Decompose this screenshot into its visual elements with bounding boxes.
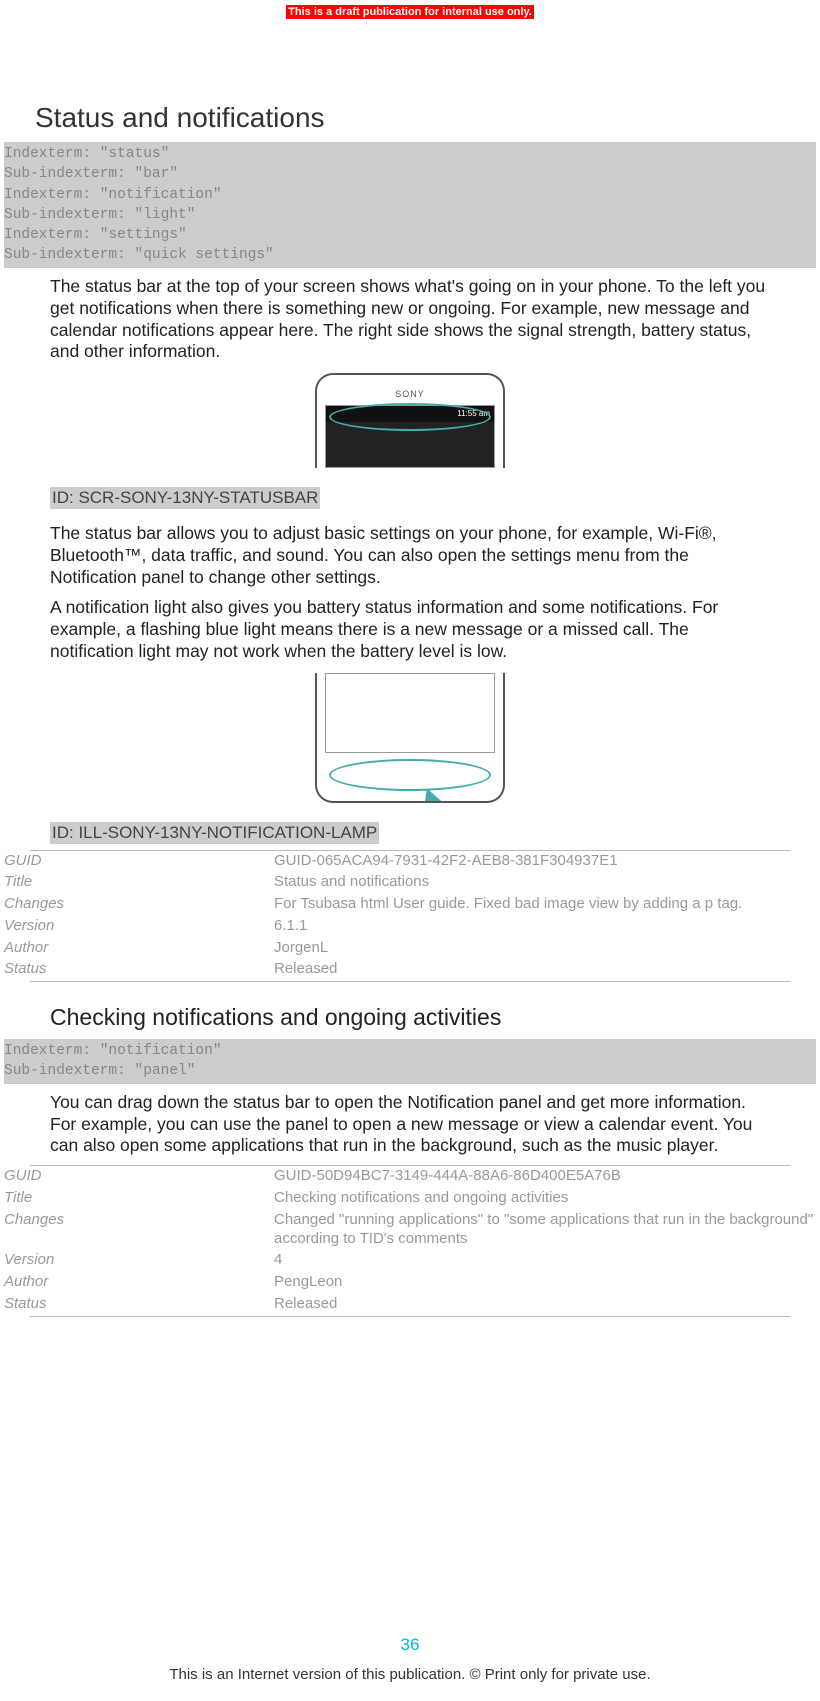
- meta-val-version: 6.1.1: [274, 916, 816, 937]
- indexterms-block-1: Indexterm: "status" Sub-indexterm: "bar"…: [4, 142, 816, 268]
- footer-text: This is an Internet version of this publ…: [0, 1666, 820, 1683]
- image-id-2: ID: ILL-SONY-13NY-NOTIFICATION-LAMP: [50, 822, 379, 844]
- meta-val-changes: For Tsubasa html User guide. Fixed bad i…: [274, 894, 816, 915]
- page-title: Status and notifications: [35, 102, 790, 134]
- meta-val-title: Checking notifications and ongoing activ…: [274, 1188, 816, 1209]
- meta-key-status: Status: [4, 959, 274, 980]
- meta-val-version: 4: [274, 1250, 816, 1271]
- meta-key-status: Status: [4, 1294, 274, 1315]
- image-id-1: ID: SCR-SONY-13NY-STATUSBAR: [50, 487, 320, 509]
- meta-key-version: Version: [4, 916, 274, 937]
- paragraph-4: You can drag down the status bar to open…: [40, 1092, 780, 1158]
- notification-lamp-illustration: [30, 673, 790, 808]
- meta-val-guid: GUID-50D94BC7-3149-444A-88A6-86D400E5A76…: [274, 1166, 816, 1187]
- phone-top-icon: SONY 11:55 am: [315, 373, 505, 468]
- draft-banner-text: This is a draft publication for internal…: [286, 5, 534, 19]
- meta-key-changes: Changes: [4, 894, 274, 915]
- meta-key-guid: GUID: [4, 1166, 274, 1187]
- paragraph-1: The status bar at the top of your screen…: [40, 276, 780, 364]
- meta-key-author: Author: [4, 1272, 274, 1293]
- phone-bottom-icon: [315, 673, 505, 803]
- meta-val-status: Released: [274, 959, 816, 980]
- phone-screen-bottom: [325, 673, 495, 753]
- meta-key-title: Title: [4, 872, 274, 893]
- meta-key-guid: GUID: [4, 851, 274, 872]
- paragraph-3: A notification light also gives you batt…: [40, 597, 780, 663]
- divider: [30, 1316, 790, 1317]
- indexterms-block-2: Indexterm: "notification" Sub-indexterm:…: [4, 1039, 816, 1084]
- draft-banner: This is a draft publication for internal…: [0, 0, 820, 20]
- metadata-table-2: GUIDGUID-50D94BC7-3149-444A-88A6-86D400E…: [4, 1166, 816, 1315]
- metadata-table-1: GUIDGUID-065ACA94-7931-42F2-AEB8-381F304…: [4, 851, 816, 982]
- meta-val-changes: Changed "running applications" to "some …: [274, 1210, 816, 1250]
- meta-key-author: Author: [4, 938, 274, 959]
- meta-val-status: Released: [274, 1294, 816, 1315]
- paragraph-2: The status bar allows you to adjust basi…: [40, 523, 780, 589]
- meta-val-title: Status and notifications: [274, 872, 816, 893]
- meta-val-guid: GUID-065ACA94-7931-42F2-AEB8-381F304937E…: [274, 851, 816, 872]
- meta-key-changes: Changes: [4, 1210, 274, 1250]
- highlight-oval-icon: [329, 759, 491, 791]
- statusbar-illustration: SONY 11:55 am: [30, 373, 790, 473]
- meta-val-author: JorgenL: [274, 938, 816, 959]
- section-heading-2: Checking notifications and ongoing activ…: [50, 1004, 790, 1031]
- divider: [30, 981, 790, 982]
- meta-val-author: PengLeon: [274, 1272, 816, 1293]
- page-number: 36: [0, 1635, 820, 1655]
- sony-logo: SONY: [317, 389, 503, 399]
- meta-key-version: Version: [4, 1250, 274, 1271]
- page-content: Status and notifications Indexterm: "sta…: [0, 102, 820, 1317]
- meta-key-title: Title: [4, 1188, 274, 1209]
